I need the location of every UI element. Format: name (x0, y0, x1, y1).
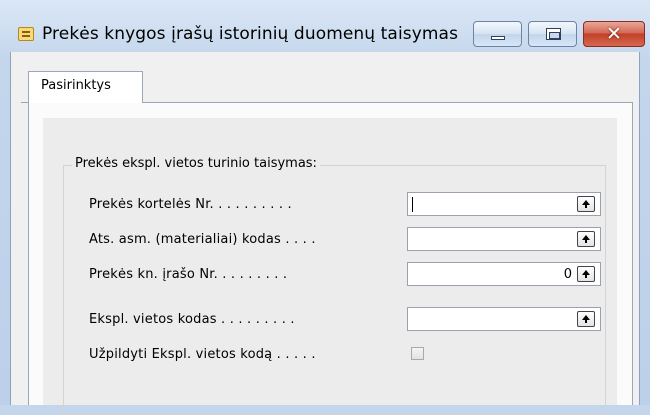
bin-code-input[interactable] (410, 309, 574, 329)
lookup-arrow-icon[interactable] (577, 311, 595, 327)
responsible-person-code-input[interactable] (410, 229, 574, 249)
minimize-icon (491, 36, 505, 40)
group-label: Prekės ekspl. vietos turinio taisymas: (72, 156, 320, 171)
item-ledger-entry-no-label: Prekės kn. įrašo Nr. . . . . . . . . (89, 267, 288, 282)
lookup-arrow-icon[interactable] (577, 266, 595, 282)
window-client-area: Pasirinktys Prekės ekspl. vietos turinio… (10, 52, 640, 415)
window-title: Prekės knygos įrašų istorinių duomenų ta… (42, 24, 459, 44)
text-caret (412, 197, 413, 212)
maximize-button[interactable] (528, 21, 577, 47)
bin-code-label: Ekspl. vietos kodas . . . . . . . . . (89, 312, 295, 327)
form-icon[interactable] (18, 27, 34, 41)
tab-label: Pasirinktys (41, 78, 111, 93)
responsible-person-code-field[interactable] (407, 227, 601, 251)
close-button[interactable]: ✕ (583, 21, 645, 47)
title-bar[interactable]: Prekės knygos įrašų istorinių duomenų ta… (0, 0, 650, 52)
maximize-icon (546, 28, 561, 40)
options-area: Prekės ekspl. vietos turinio taisymas: P… (43, 118, 617, 415)
item-no-field[interactable] (407, 192, 601, 216)
responsible-person-code-label: Ats. asm. (materialiai) kodas . . . . (89, 232, 316, 247)
tab-panel: Prekės ekspl. vietos turinio taisymas: P… (28, 103, 633, 415)
item-no-input[interactable] (410, 194, 574, 214)
lookup-arrow-icon[interactable] (577, 196, 595, 212)
minimize-button[interactable] (473, 21, 522, 47)
window: Prekės knygos įrašų istorinių duomenų ta… (0, 0, 650, 415)
fill-bin-code-checkbox[interactable] (411, 347, 424, 360)
item-no-label: Prekės kortelės Nr. . . . . . . . . . (89, 197, 292, 212)
item-ledger-entry-no-field[interactable] (407, 262, 601, 286)
item-ledger-entry-no-input[interactable] (410, 264, 574, 284)
close-icon: ✕ (606, 23, 622, 45)
lookup-arrow-icon[interactable] (577, 231, 595, 247)
bin-code-field[interactable] (407, 307, 601, 331)
fill-bin-code-label: Užpildyti Ekspl. vietos kodą . . . . . (89, 347, 316, 362)
tab-pasirinktys[interactable]: Pasirinktys (28, 71, 143, 103)
